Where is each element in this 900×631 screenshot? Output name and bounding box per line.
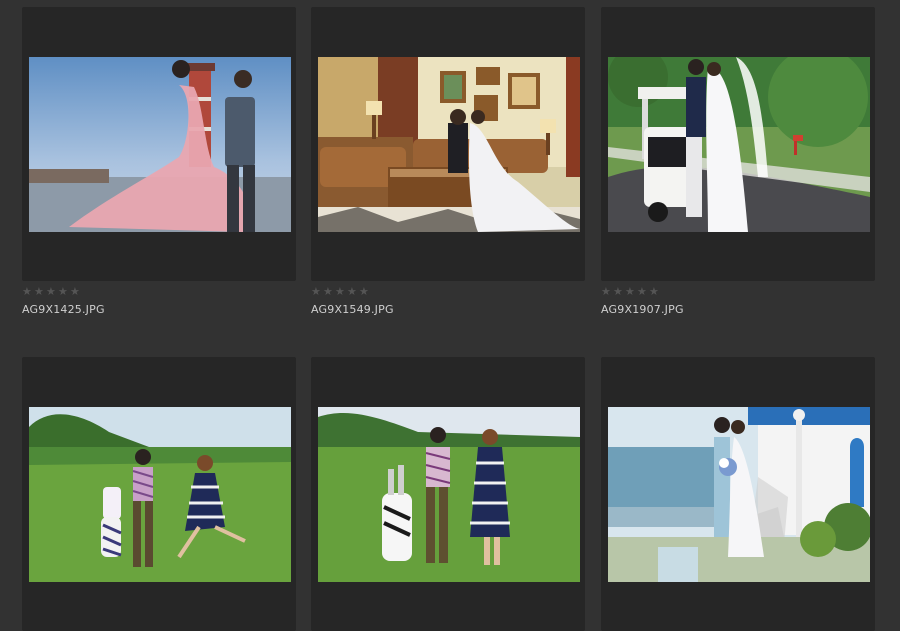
- thumbnail-image[interactable]: [29, 407, 291, 582]
- rating-stars[interactable]: ★ ★ ★ ★ ★: [311, 286, 369, 301]
- thumbnail-frame[interactable]: [311, 357, 585, 631]
- thumbnail-image[interactable]: [29, 57, 291, 232]
- thumbnail-image[interactable]: [608, 407, 870, 582]
- star-icon[interactable]: ★: [613, 286, 623, 297]
- file-name: AG9X1425.JPG: [22, 303, 105, 316]
- star-icon[interactable]: ★: [70, 286, 80, 297]
- star-icon[interactable]: ★: [649, 286, 659, 297]
- star-icon[interactable]: ★: [359, 286, 369, 297]
- thumbnail-image[interactable]: [318, 407, 580, 582]
- thumbnail-image[interactable]: [318, 57, 580, 232]
- thumbnail-frame[interactable]: [22, 357, 296, 631]
- thumbnail-grid: ★ ★ ★ ★ ★ AG9X1425.JPG ★ ★ ★ ★ ★ AG9X154…: [0, 0, 900, 631]
- rating-stars[interactable]: ★ ★ ★ ★ ★: [601, 286, 659, 301]
- thumbnail-frame[interactable]: [22, 7, 296, 281]
- rating-stars[interactable]: ★ ★ ★ ★ ★: [22, 286, 80, 301]
- thumbnail-frame[interactable]: [311, 7, 585, 281]
- thumbnail-frame[interactable]: [601, 7, 875, 281]
- star-icon[interactable]: ★: [323, 286, 333, 297]
- star-icon[interactable]: ★: [58, 286, 68, 297]
- thumbnail-frame[interactable]: [601, 357, 875, 631]
- file-name: AG9X1549.JPG: [311, 303, 394, 316]
- star-icon[interactable]: ★: [46, 286, 56, 297]
- thumbnail-image[interactable]: [608, 57, 870, 232]
- star-icon[interactable]: ★: [311, 286, 321, 297]
- file-name: AG9X1907.JPG: [601, 303, 684, 316]
- star-icon[interactable]: ★: [347, 286, 357, 297]
- star-icon[interactable]: ★: [335, 286, 345, 297]
- star-icon[interactable]: ★: [22, 286, 32, 297]
- star-icon[interactable]: ★: [34, 286, 44, 297]
- star-icon[interactable]: ★: [601, 286, 611, 297]
- star-icon[interactable]: ★: [637, 286, 647, 297]
- star-icon[interactable]: ★: [625, 286, 635, 297]
